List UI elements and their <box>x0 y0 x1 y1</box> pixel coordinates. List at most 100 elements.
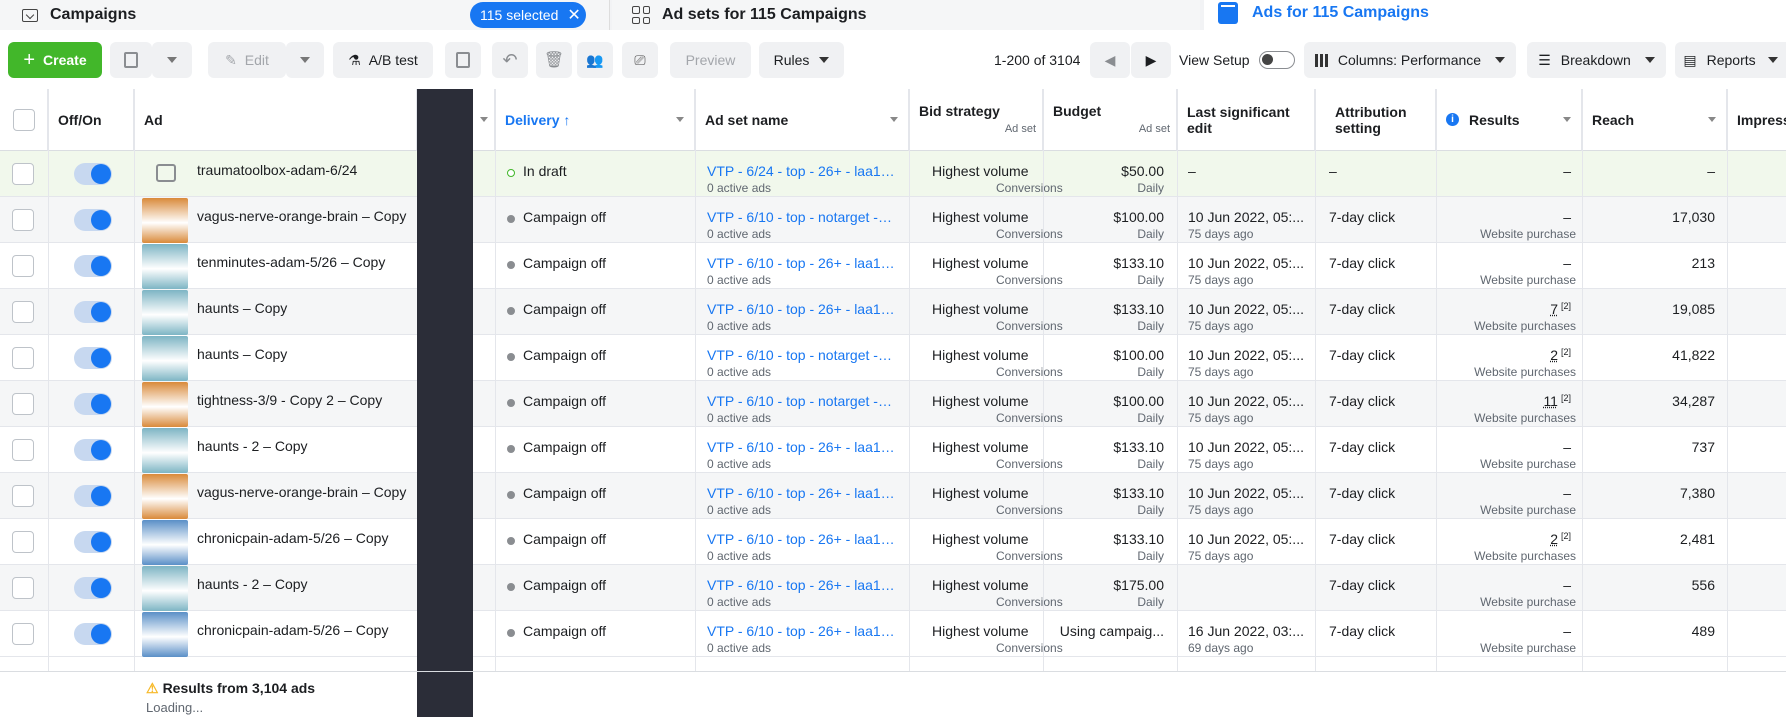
header-impressions[interactable]: Impress <box>1727 89 1786 151</box>
adset-link[interactable]: VTP - 6/10 - top - 26+ - laa10... <box>707 623 895 639</box>
ad-name[interactable]: vagus-nerve-orange-brain – Copy <box>197 208 406 224</box>
result-value[interactable]: 2 <box>1550 347 1558 363</box>
ad-toggle[interactable] <box>74 439 112 461</box>
ad-name[interactable]: traumatoolbox-adam-6/24 <box>197 162 357 178</box>
ad-name[interactable]: haunts – Copy <box>197 300 287 316</box>
preview-ads-button[interactable]: ⎚ <box>622 42 658 78</box>
header-delivery[interactable]: Delivery ↑ <box>495 89 695 151</box>
ad-toggle[interactable] <box>74 163 112 185</box>
selected-pill[interactable]: 115 selected ✕ <box>470 2 586 28</box>
header-budget[interactable]: Budget Ad set <box>1043 89 1177 151</box>
adset-link[interactable]: VTP - 6/10 - top - 26+ - laa10... <box>707 531 895 547</box>
header-last-edit[interactable]: Last significant edit <box>1177 89 1315 151</box>
ad-thumbnail[interactable] <box>142 566 188 611</box>
header-attribution[interactable]: Attribution setting <box>1315 89 1436 151</box>
table-row[interactable]: chronicpain-adam-5/26 – Copy Campaign off… <box>0 519 1786 565</box>
ad-toggle[interactable] <box>74 485 112 507</box>
ad-thumbnail[interactable] <box>142 428 188 473</box>
ad-thumbnail[interactable] <box>142 474 188 519</box>
ad-toggle[interactable] <box>74 301 112 323</box>
header-select-all[interactable] <box>0 89 48 151</box>
adset-link[interactable]: VTP - 6/10 - top - notarget - s... <box>707 347 895 363</box>
result-value[interactable]: 7 <box>1550 301 1558 317</box>
close-icon[interactable]: ✕ <box>567 5 580 25</box>
rules-button[interactable]: Rules <box>759 42 844 78</box>
info-icon[interactable]: i <box>1446 113 1459 126</box>
select-all-checkbox[interactable] <box>12 108 35 131</box>
ad-toggle[interactable] <box>74 209 112 231</box>
budget-value[interactable]: $100.00 <box>1113 393 1164 409</box>
budget-value[interactable]: $50.00 <box>1121 163 1164 179</box>
reports-button[interactable]: ▤ Reports <box>1675 42 1786 78</box>
preview-button[interactable]: Preview <box>670 42 751 78</box>
edit-button[interactable]: ✎ Edit <box>208 42 286 78</box>
budget-value[interactable]: $133.10 <box>1113 301 1164 317</box>
view-setup-toggle[interactable] <box>1259 51 1295 69</box>
undo-button[interactable]: ↶ <box>492 42 528 78</box>
clipboard-button[interactable] <box>445 42 481 78</box>
duplicate-button[interactable] <box>110 42 152 78</box>
adset-link[interactable]: VTP - 6/10 - top - 26+ - laa10... <box>707 301 895 317</box>
row-checkbox[interactable] <box>12 347 34 369</box>
row-checkbox[interactable] <box>12 255 34 277</box>
ad-toggle[interactable] <box>74 531 112 553</box>
ad-name[interactable]: vagus-nerve-orange-brain – Copy <box>197 484 406 500</box>
next-page-button[interactable]: ▶ <box>1131 42 1171 78</box>
tab-adsets[interactable]: Ad sets for 115 Campaigns <box>612 0 1200 30</box>
breakdown-button[interactable]: ☰ Breakdown <box>1527 42 1666 78</box>
audience-button[interactable]: 👥 <box>577 42 613 78</box>
adset-link[interactable]: VTP - 6/10 - top - notarget - s... <box>707 393 895 409</box>
table-row[interactable]: vagus-nerve-orange-brain – Copy Campaign … <box>0 197 1786 243</box>
header-adset-name[interactable]: Ad set name <box>695 89 909 151</box>
table-row[interactable]: haunts - 2 – Copy Campaign off VTP - 6/10 … <box>0 427 1786 473</box>
table-row[interactable]: haunts - 2 – Copy Campaign off VTP - 6/10 … <box>0 565 1786 611</box>
ad-name[interactable]: haunts - 2 – Copy <box>197 576 308 592</box>
ad-name[interactable]: chronicpain-adam-5/26 – Copy <box>197 530 388 546</box>
ad-toggle[interactable] <box>74 623 112 645</box>
row-checkbox[interactable] <box>12 531 34 553</box>
result-value[interactable]: 11 <box>1543 393 1558 409</box>
row-checkbox[interactable] <box>12 301 34 323</box>
ad-thumbnail[interactable] <box>142 612 188 657</box>
row-checkbox[interactable] <box>12 623 34 645</box>
row-checkbox[interactable] <box>12 163 34 185</box>
header-offon[interactable]: Off/On <box>48 89 134 151</box>
header-reach[interactable]: Reach <box>1582 89 1727 151</box>
row-checkbox[interactable] <box>12 485 34 507</box>
ad-toggle[interactable] <box>74 255 112 277</box>
tab-ads[interactable]: Ads for 115 Campaigns <box>1204 0 1786 30</box>
ad-name[interactable]: haunts - 2 – Copy <box>197 438 308 454</box>
ad-name[interactable]: chronicpain-adam-5/26 – Copy <box>197 622 388 638</box>
budget-value[interactable]: $133.10 <box>1113 255 1164 271</box>
budget-value[interactable]: $133.10 <box>1113 531 1164 547</box>
table-row[interactable]: haunts – Copy Campaign off VTP - 6/10 - to… <box>0 289 1786 335</box>
row-checkbox[interactable] <box>12 393 34 415</box>
ad-thumbnail[interactable] <box>142 336 188 381</box>
row-checkbox[interactable] <box>12 577 34 599</box>
table-row[interactable]: haunts – Copy Campaign off VTP - 6/10 - to… <box>0 335 1786 381</box>
budget-value[interactable]: Using campaig... <box>1060 623 1164 639</box>
ad-toggle[interactable] <box>74 347 112 369</box>
table-row[interactable]: vagus-nerve-orange-brain – Copy Campaign … <box>0 473 1786 519</box>
create-button[interactable]: + Create <box>8 42 102 78</box>
prev-page-button[interactable]: ◀ <box>1090 42 1130 78</box>
budget-value[interactable]: $175.00 <box>1113 577 1164 593</box>
table-row[interactable]: chronicpain-adam-5/26 – Copy Campaign off… <box>0 611 1786 657</box>
ad-thumbnail[interactable] <box>142 520 188 565</box>
adset-link[interactable]: VTP - 6/10 - top - 26+ - laa10... <box>707 255 895 271</box>
ad-name[interactable]: tenminutes-adam-5/26 – Copy <box>197 254 385 270</box>
delete-button[interactable]: 🗑 <box>536 42 572 78</box>
table-row[interactable]: traumatoolbox-adam-6/24 In draft VTP - 6/2… <box>0 151 1786 197</box>
ad-name[interactable]: tightness-3/9 - Copy 2 – Copy <box>197 392 382 408</box>
ab-test-button[interactable]: ⚗ A/B test <box>333 42 433 78</box>
ad-thumbnail[interactable] <box>142 244 188 289</box>
table-row[interactable]: tightness-3/9 - Copy 2 – Copy Campaign of… <box>0 381 1786 427</box>
adset-link[interactable]: VTP - 6/10 - top - 26+ - laa10... <box>707 439 895 455</box>
ad-thumbnail[interactable] <box>142 198 188 243</box>
adset-link[interactable]: VTP - 6/24 - top - 26+ - laa10... <box>707 163 895 179</box>
budget-value[interactable]: $133.10 <box>1113 485 1164 501</box>
columns-button[interactable]: Columns: Performance <box>1304 42 1516 78</box>
header-results[interactable]: i Results <box>1436 89 1582 151</box>
adset-link[interactable]: VTP - 6/10 - top - 26+ - laa10... <box>707 577 895 593</box>
header-hidden-col[interactable] <box>473 89 495 151</box>
